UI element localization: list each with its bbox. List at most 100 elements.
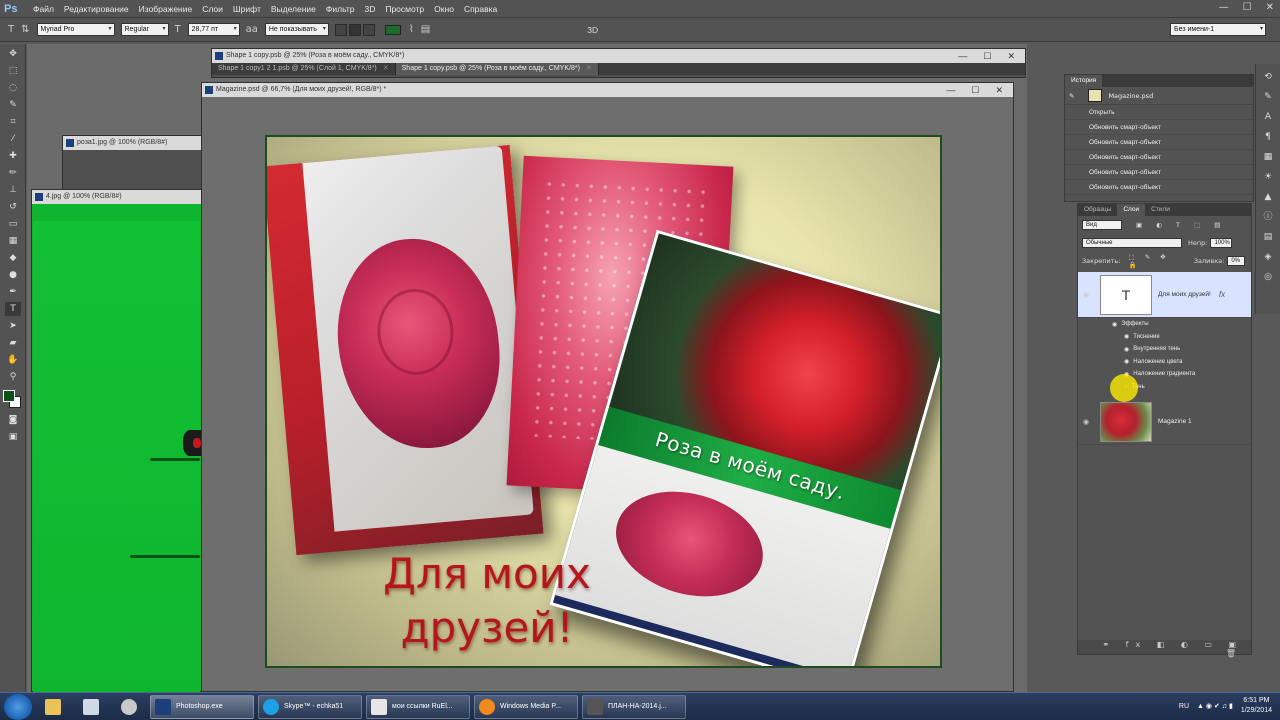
history-step[interactable]: Обновить смарт-объект <box>1065 165 1253 180</box>
quick-mask-icon[interactable]: ◙ <box>5 413 21 427</box>
quick-select-icon[interactable]: ✎ <box>5 98 21 112</box>
eraser-icon[interactable]: ▭ <box>5 217 21 231</box>
tray-icons[interactable]: ▲ ◉ ✔ ♫ ▮ <box>1197 702 1233 710</box>
maximize-icon[interactable]: ☐ <box>983 49 991 63</box>
menu-file[interactable]: Файл <box>28 4 59 14</box>
move-icon[interactable]: ✥ <box>5 47 21 61</box>
eye-icon[interactable]: ◉ <box>1124 346 1129 353</box>
text-color-swatch[interactable] <box>384 24 401 35</box>
crop-icon[interactable]: ⌗ <box>5 115 21 129</box>
align-left-button[interactable] <box>334 23 347 36</box>
taskbar-image-viewer[interactable]: ПЛАН-НА-2014.j... <box>582 694 686 719</box>
gradient-icon[interactable]: ▦ <box>5 234 21 248</box>
marquee-icon[interactable]: ⬚ <box>5 64 21 78</box>
effect-item[interactable]: ◉ Внутренняя тень <box>1112 343 1251 356</box>
color-swatches[interactable] <box>3 390 23 410</box>
document-window-rose1[interactable]: роза1.jpg @ 100% (RGB/8#) <box>62 135 202 195</box>
shape-icon[interactable]: ▰ <box>5 336 21 350</box>
properties-icon[interactable]: ▤ <box>1261 230 1275 244</box>
taskbar-skype[interactable]: Skype™ - echka51 <box>258 694 362 719</box>
anti-alias-select[interactable]: Не показывать ▾ <box>264 23 329 36</box>
screen-mode-icon[interactable]: ▣ <box>5 430 21 444</box>
lock-icons[interactable]: ⬚ ✎ ✥ 🔒 <box>1128 253 1185 269</box>
menu-type[interactable]: Шрифт <box>228 4 266 14</box>
eye-icon[interactable]: ◉ <box>1112 321 1117 328</box>
minimize-icon[interactable]: — <box>958 49 967 63</box>
eye-icon[interactable]: ◉ <box>1124 358 1129 365</box>
close-tab-icon[interactable]: ✕ <box>383 65 389 72</box>
blur-icon[interactable]: ◆ <box>5 251 21 265</box>
document-window-shape-copy[interactable]: Shape 1 copy.psb @ 25% (Роза в моём саду… <box>211 48 1026 78</box>
menu-window[interactable]: Окно <box>429 4 459 14</box>
pen-icon[interactable]: ✒ <box>5 285 21 299</box>
healing-icon[interactable]: ✚ <box>5 149 21 163</box>
explorer-pin[interactable] <box>36 695 70 719</box>
close-tab-icon[interactable]: ✕ <box>586 65 592 72</box>
eye-icon[interactable]: ◉ <box>1078 291 1094 299</box>
headline-text[interactable]: Для моих друзей! <box>337 547 637 655</box>
minimize-icon[interactable]: — <box>946 83 955 97</box>
document-title-bar[interactable]: 4.jpg @ 100% (RGB/8#) <box>32 190 202 204</box>
character-icon[interactable]: A <box>1261 110 1275 124</box>
tab-shape-copy-1-2-1[interactable]: Shape 1 copy1 2 1.psb @ 25% (Слой 1, CMY… <box>212 63 396 75</box>
hand-icon[interactable]: ✋ <box>5 353 21 367</box>
foreground-color[interactable] <box>3 390 15 402</box>
clock[interactable]: 6:51 PM 1/29/2014 <box>1241 696 1272 716</box>
menu-help[interactable]: Справка <box>459 4 502 14</box>
fx-icon[interactable]: fx <box>1219 290 1225 299</box>
zoom-icon[interactable]: ⚲ <box>5 370 21 384</box>
notepad-pin[interactable] <box>74 695 108 719</box>
minimize-button[interactable]: — <box>1219 2 1229 13</box>
history-step[interactable]: Обновить смарт-объект <box>1065 180 1253 195</box>
text-orientation-icon[interactable]: ⇅ <box>21 24 29 35</box>
history-brush-icon[interactable]: ↺ <box>5 200 21 214</box>
eyedropper-icon[interactable]: ⁄ <box>5 132 21 146</box>
document-title-bar[interactable]: Magazine.psd @ 66,7% (Для моих друзей!, … <box>202 83 1013 97</box>
document-title-bar[interactable]: Shape 1 copy.psb @ 25% (Роза в моём саду… <box>212 49 1025 63</box>
layer-text[interactable]: ◉ T Для моих друзей! fx <box>1078 272 1251 318</box>
menu-image[interactable]: Изображение <box>134 4 198 14</box>
maximize-icon[interactable]: ☐ <box>971 83 979 97</box>
workspace-select[interactable]: Без имени-1 ▾ <box>1170 23 1266 36</box>
effect-item[interactable]: ◉ Тиснение <box>1112 331 1251 344</box>
font-style-select[interactable]: Regular ▾ <box>120 23 169 36</box>
effect-item[interactable]: ◉ Наложение цвета <box>1112 356 1251 369</box>
blend-mode-select[interactable]: Обычные <box>1082 238 1182 248</box>
eye-icon[interactable]: ◉ <box>1078 418 1094 426</box>
tab-layers[interactable]: Слои <box>1117 204 1146 216</box>
font-family-select[interactable]: Myriad Pro ▾ <box>36 23 115 36</box>
close-icon[interactable]: ✕ <box>1007 49 1015 63</box>
language-indicator[interactable]: RU <box>1179 703 1189 710</box>
taskbar-media-player[interactable]: Windows Media P... <box>474 694 578 719</box>
menu-3d[interactable]: 3D <box>359 4 380 14</box>
tab-shape-copy[interactable]: Shape 1 copy.psb @ 25% (Роза в моём саду… <box>395 63 599 75</box>
brush-preset-icon[interactable]: ✎ <box>1261 90 1275 104</box>
opacity-input[interactable]: 100% <box>1210 238 1233 248</box>
history-snapshot[interactable]: ✎ Magazine.psd <box>1065 87 1253 105</box>
align-right-button[interactable] <box>362 23 375 36</box>
channels-icon[interactable]: ◎ <box>1261 270 1275 284</box>
info-icon[interactable]: ⓘ <box>1261 210 1275 224</box>
tab-history[interactable]: История <box>1065 75 1103 87</box>
layers-icon[interactable]: ◈ <box>1261 250 1275 264</box>
type-icon[interactable]: T <box>5 302 21 316</box>
layers-footer-buttons[interactable]: ⚭ fx ◧ ◐ ▭ ▣ 🗑 <box>1078 640 1251 658</box>
filter-icons[interactable]: ▣ ◐ T ⬚ ▤ <box>1136 221 1226 229</box>
start-button[interactable] <box>4 693 32 720</box>
app-pin[interactable] <box>112 695 146 719</box>
layer-image[interactable]: ◉ Magazine 1 <box>1078 399 1251 445</box>
menu-select[interactable]: Выделение <box>266 4 321 14</box>
menu-filter[interactable]: Фильтр <box>321 4 360 14</box>
brush-icon[interactable]: ✏ <box>5 166 21 180</box>
paragraph-icon[interactable]: ¶ <box>1261 130 1275 144</box>
effects-group[interactable]: ◉ Эффекты <box>1112 318 1251 331</box>
menu-view[interactable]: Просмотр <box>380 4 429 14</box>
path-select-icon[interactable]: ➤ <box>5 319 21 333</box>
fill-input[interactable]: 0% <box>1227 256 1245 266</box>
history-step[interactable]: Обновить смарт-объект <box>1065 150 1253 165</box>
font-size-select[interactable]: 28,77 пт ▾ <box>187 23 240 36</box>
type-tool-icon[interactable]: T <box>8 24 14 35</box>
swatches-icon[interactable]: ▦ <box>1261 150 1275 164</box>
magazine-canvas[interactable]: Роза в моём саду. Для моих друзей! <box>265 135 942 668</box>
adjustments-icon[interactable]: ☀ <box>1261 170 1275 184</box>
